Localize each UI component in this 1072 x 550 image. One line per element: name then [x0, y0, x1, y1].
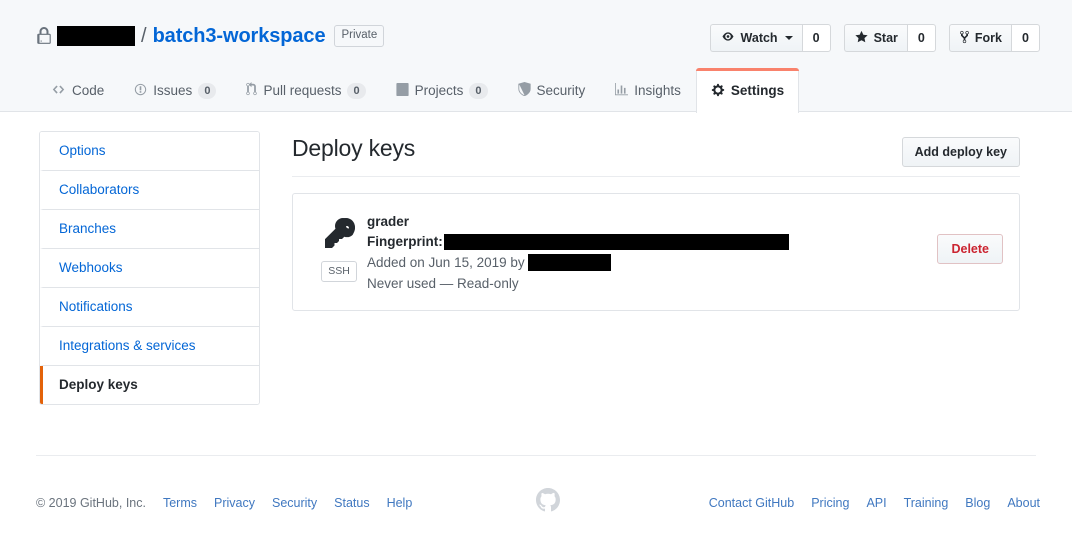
footer-link-terms[interactable]: Terms — [163, 496, 197, 510]
star-button-group: Star 0 — [843, 24, 936, 52]
repo-visibility-badge: Private — [334, 25, 385, 47]
page-footer: © 2019 GitHub, Inc. Terms Privacy Securi… — [0, 488, 1072, 522]
deploy-key-fingerprint-redacted — [443, 234, 789, 250]
fork-button[interactable]: Fork — [948, 24, 1011, 52]
deploy-key-info: grader Fingerprint: Added on Jun 15, 201… — [367, 210, 1003, 294]
fork-label: Fork — [974, 31, 1002, 45]
chevron-down-icon — [784, 36, 793, 40]
github-mark-icon — [536, 488, 560, 517]
breadcrumb-separator: / — [141, 24, 147, 47]
tab-projects-label: Projects — [414, 82, 464, 98]
watch-label: Watch — [740, 31, 778, 45]
add-deploy-key-button[interactable]: Add deploy key — [901, 137, 1020, 167]
deploy-key-added-by-redacted — [527, 254, 611, 271]
sidebar-item-deploy-keys[interactable]: Deploy keys — [40, 366, 259, 404]
lock-icon — [36, 26, 52, 45]
deploy-key-row: SSH grader Fingerprint: Added on Jun 15,… — [293, 194, 1019, 310]
fork-button-group: Fork 0 — [948, 24, 1040, 52]
footer-divider — [36, 455, 1036, 456]
repo-header: / batch3-workspace Private Watch 0 Star … — [0, 0, 1072, 113]
tab-settings-label: Settings — [730, 83, 785, 99]
tab-issues-count: 0 — [198, 82, 217, 99]
tab-pull-requests[interactable]: Pull requests 0 — [231, 68, 380, 112]
repo-name-link[interactable]: batch3-workspace — [153, 26, 326, 46]
deploy-key-fingerprint-label: Fingerprint: — [367, 234, 443, 249]
shield-icon — [517, 82, 531, 99]
footer-copyright: © 2019 GitHub, Inc. — [36, 496, 146, 510]
footer-link-privacy[interactable]: Privacy — [214, 496, 255, 510]
eye-icon — [720, 31, 736, 45]
footer-link-status[interactable]: Status — [334, 496, 369, 510]
footer-link-pricing[interactable]: Pricing — [811, 496, 849, 510]
deploy-keys-list: SSH grader Fingerprint: Added on Jun 15,… — [292, 193, 1020, 311]
tab-insights[interactable]: Insights — [600, 68, 696, 112]
footer-link-api[interactable]: API — [866, 496, 886, 510]
repo-owner-redacted — [57, 25, 135, 46]
watch-button-group: Watch 0 — [709, 24, 831, 52]
tab-code-label: Code — [72, 82, 105, 98]
code-icon — [51, 83, 66, 99]
deploy-key-title: grader — [367, 214, 410, 229]
watch-button[interactable]: Watch — [709, 24, 802, 52]
issue-opened-icon — [134, 83, 147, 99]
tab-settings[interactable]: Settings — [695, 68, 800, 113]
graph-icon — [615, 82, 629, 99]
tab-insights-label: Insights — [634, 82, 681, 98]
sidebar-item-webhooks[interactable]: Webhooks — [40, 249, 259, 288]
sidebar-item-options[interactable]: Options — [40, 132, 259, 171]
tab-projects-count: 0 — [469, 82, 488, 99]
project-icon — [396, 82, 409, 99]
settings-sidebar: Options Collaborators Branches Webhooks … — [39, 131, 260, 405]
tab-pull-requests-label: Pull requests — [263, 82, 342, 98]
deploy-key-added-prefix: Added on Jun 15, 2019 by — [367, 255, 525, 270]
footer-left-links: © 2019 GitHub, Inc. Terms Privacy Securi… — [36, 496, 412, 510]
sidebar-item-branches[interactable]: Branches — [40, 210, 259, 249]
star-label: Star — [873, 31, 898, 45]
deploy-key-usage-status: Never used — Read-only — [367, 276, 519, 291]
tab-projects[interactable]: Projects 0 — [381, 68, 503, 112]
deploy-key-icon-column: SSH — [311, 210, 367, 282]
fork-count[interactable]: 0 — [1011, 24, 1040, 52]
tab-code[interactable]: Code — [36, 68, 119, 112]
tab-issues-label: Issues — [153, 82, 193, 98]
tab-issues[interactable]: Issues 0 — [119, 68, 231, 112]
main-header: Deploy keys Add deploy key — [292, 131, 1020, 177]
deploy-key-fingerprint: Fingerprint: — [367, 232, 1003, 252]
git-pull-request-icon — [246, 82, 258, 99]
tab-security[interactable]: Security — [503, 68, 601, 112]
main-content: Deploy keys Add deploy key SSH grader Fi… — [292, 131, 1020, 311]
star-count[interactable]: 0 — [906, 24, 936, 52]
sidebar-item-notifications[interactable]: Notifications — [40, 288, 259, 327]
tab-pull-requests-count: 0 — [347, 82, 366, 99]
repo-forked-icon — [959, 30, 970, 47]
footer-link-security[interactable]: Security — [272, 496, 317, 510]
watch-count[interactable]: 0 — [801, 24, 831, 52]
repo-breadcrumb: / batch3-workspace Private — [36, 24, 385, 47]
repo-nav-tabs: Code Issues 0 Pull requests 0 Projects 0… — [36, 68, 800, 113]
star-icon — [854, 30, 869, 47]
key-icon — [323, 216, 355, 253]
star-button[interactable]: Star — [843, 24, 907, 52]
footer-link-blog[interactable]: Blog — [965, 496, 990, 510]
deploy-key-type-badge: SSH — [321, 261, 357, 282]
sidebar-item-integrations-services[interactable]: Integrations & services — [40, 327, 259, 366]
gear-icon — [711, 83, 725, 100]
footer-link-contact-github[interactable]: Contact GitHub — [709, 496, 794, 510]
footer-link-about[interactable]: About — [1007, 496, 1040, 510]
deploy-key-added-line: Added on Jun 15, 2019 by — [367, 252, 1003, 273]
page-title: Deploy keys — [292, 135, 416, 161]
github-repo-settings-page: / batch3-workspace Private Watch 0 Star … — [0, 0, 1072, 550]
delete-deploy-key-button[interactable]: Delete — [937, 234, 1003, 264]
footer-link-help[interactable]: Help — [387, 496, 413, 510]
footer-link-training[interactable]: Training — [904, 496, 949, 510]
sidebar-item-collaborators[interactable]: Collaborators — [40, 171, 259, 210]
footer-right-links: Contact GitHub Pricing API Training Blog… — [709, 496, 1040, 510]
tab-security-label: Security — [536, 82, 586, 98]
repo-actions: Watch 0 Star 0 Fork 0 — [709, 24, 1040, 52]
